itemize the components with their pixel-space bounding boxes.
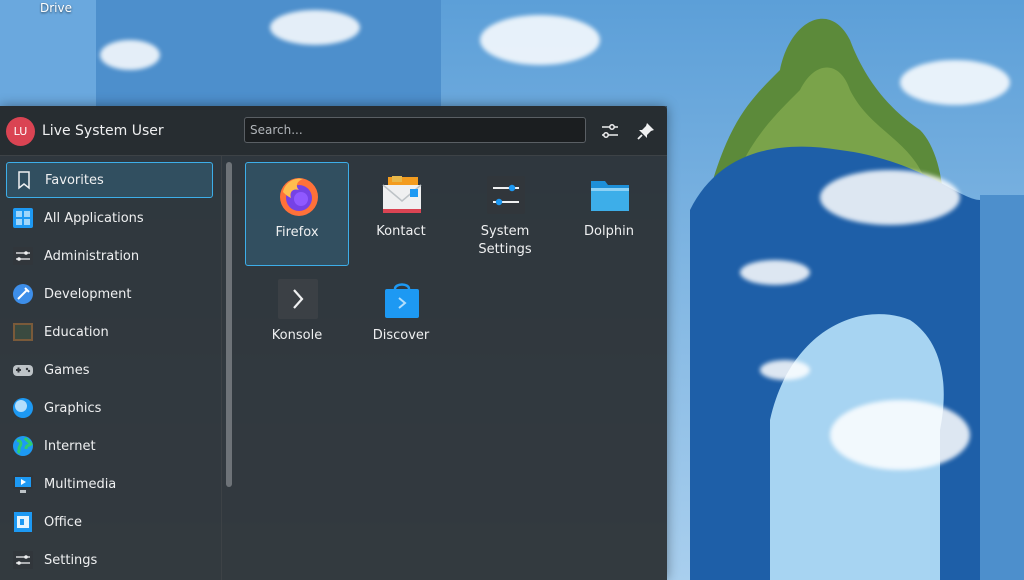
app-label: Firefox (275, 225, 319, 240)
app-dolphin[interactable]: Dolphin (557, 162, 661, 266)
kontact-icon (380, 173, 424, 217)
app-konsole[interactable]: Konsole (245, 266, 349, 370)
category-graphics[interactable]: Graphics (6, 390, 213, 426)
category-games[interactable]: Games (6, 352, 213, 388)
category-label: Office (44, 514, 82, 530)
wallpaper-cloud (480, 15, 600, 65)
wallpaper-cloud (760, 360, 810, 380)
app-discover[interactable]: Discover (349, 266, 453, 370)
gamepad-icon (12, 359, 34, 381)
category-label: Development (44, 286, 132, 302)
category-sidebar: Favorites All Applications Administratio… (0, 156, 222, 580)
application-launcher: LU Live System User Favorites (0, 106, 667, 580)
configure-button[interactable] (599, 120, 621, 142)
category-label: Multimedia (44, 476, 117, 492)
dolphin-folder-icon (588, 173, 632, 217)
bookmark-icon (13, 169, 35, 191)
search-input[interactable] (244, 117, 586, 143)
wallpaper-cloud (820, 170, 960, 225)
pin-icon (637, 123, 654, 140)
category-label: Favorites (45, 172, 104, 188)
category-education[interactable]: Education (6, 314, 213, 350)
category-label: Administration (44, 248, 140, 264)
system-settings-icon (484, 173, 528, 217)
office-icon (12, 511, 34, 533)
pin-button[interactable] (635, 120, 657, 142)
category-multimedia[interactable]: Multimedia (6, 466, 213, 502)
app-label: Kontact (376, 224, 426, 239)
configure-icon (602, 124, 618, 138)
sidebar-scrollbar[interactable] (226, 162, 232, 487)
category-label: Graphics (44, 400, 102, 416)
wallpaper-cloud (270, 10, 360, 45)
wallpaper-cloud (830, 400, 970, 470)
development-icon (12, 283, 34, 305)
launcher-header: LU Live System User (0, 106, 667, 156)
category-all-applications[interactable]: All Applications (6, 200, 213, 236)
app-label: Discover (372, 328, 430, 343)
category-internet[interactable]: Internet (6, 428, 213, 464)
app-label: Dolphin (584, 224, 634, 239)
education-icon (12, 321, 34, 343)
app-label: System Settings (478, 224, 532, 257)
category-label: All Applications (44, 210, 144, 226)
konsole-icon (276, 277, 320, 321)
category-administration[interactable]: Administration (6, 238, 213, 274)
app-label: Konsole (271, 328, 323, 343)
graphics-icon (12, 397, 34, 419)
app-system-settings[interactable]: System Settings (453, 162, 557, 266)
firefox-icon (277, 174, 321, 218)
desktop-icon-label[interactable]: Drive (40, 1, 72, 15)
category-development[interactable]: Development (6, 276, 213, 312)
multimedia-icon (12, 473, 34, 495)
wallpaper-cliff (690, 18, 1024, 580)
app-firefox[interactable]: Firefox (245, 162, 349, 266)
wallpaper-cloud (740, 260, 810, 285)
category-label: Games (44, 362, 90, 378)
administration-icon (12, 245, 34, 267)
globe-icon (12, 435, 34, 457)
category-settings[interactable]: Settings (6, 542, 213, 578)
category-favorites[interactable]: Favorites (6, 162, 213, 198)
avatar[interactable]: LU (6, 117, 35, 146)
category-label: Internet (44, 438, 96, 454)
category-label: Settings (44, 552, 98, 568)
app-kontact[interactable]: Kontact (349, 162, 453, 266)
favorites-grid: Firefox Kontact System Settings Dolphin … (239, 156, 667, 580)
all-applications-icon (12, 207, 34, 229)
discover-icon (380, 277, 424, 321)
category-office[interactable]: Office (6, 504, 213, 540)
settings-icon (12, 549, 34, 571)
category-label: Education (44, 324, 109, 340)
wallpaper-block (0, 0, 96, 110)
wallpaper-cloud (100, 40, 160, 70)
user-name: Live System User (42, 123, 164, 139)
